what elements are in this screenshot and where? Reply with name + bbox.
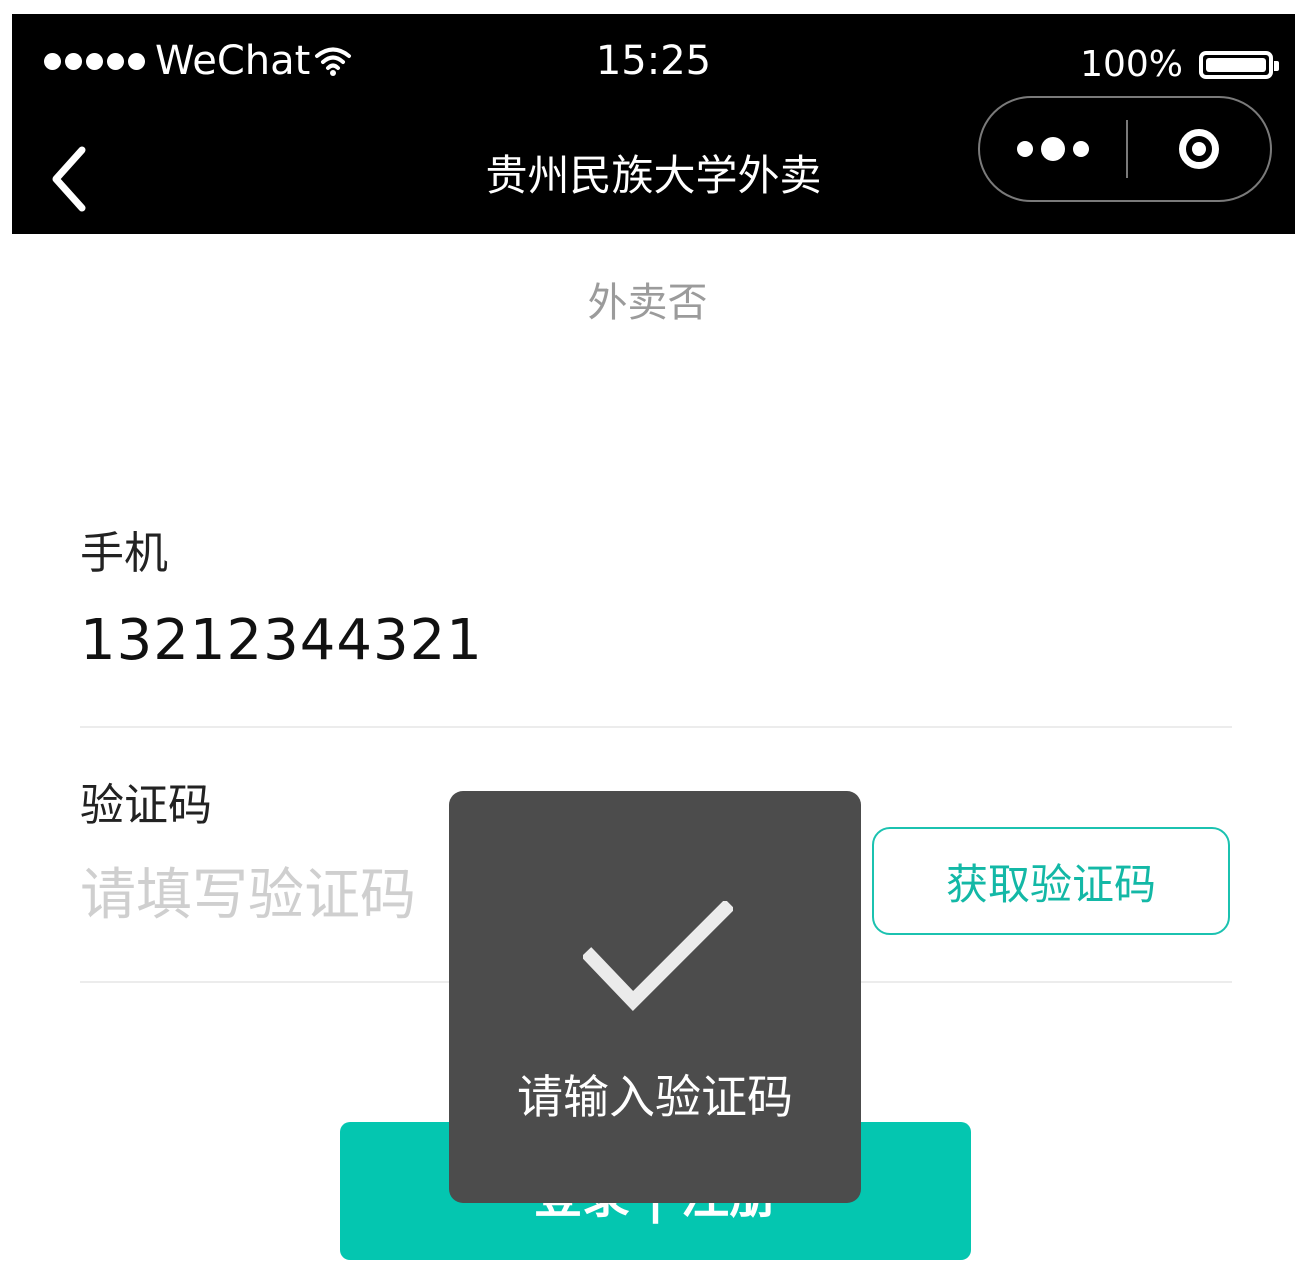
phone-label: 手机: [80, 528, 168, 579]
battery-icon: [1199, 51, 1279, 79]
toast-message: 请输入验证码: [517, 1070, 793, 1124]
battery-status: 100%: [1080, 40, 1279, 90]
check-icon: [583, 901, 733, 1012]
code-label: 验证码: [80, 780, 212, 831]
more-dots-icon[interactable]: [980, 98, 1126, 200]
phone-field[interactable]: 13212344321: [80, 606, 483, 676]
battery-percent: 100%: [1080, 44, 1183, 85]
toast-popup: 请输入验证码: [449, 791, 861, 1203]
close-target-icon[interactable]: [1128, 98, 1270, 200]
mini-program-capsule: [978, 96, 1272, 202]
divider: [80, 726, 1232, 728]
top-bar: WeChat 15:25 100% 贵州民族大学外卖: [12, 14, 1295, 234]
app-screen: WeChat 15:25 100% 贵州民族大学外卖 外卖否 手机 132123…: [0, 0, 1295, 1278]
get-code-button[interactable]: 获取验证码: [872, 827, 1230, 935]
brand-name: 外卖否: [587, 280, 708, 326]
